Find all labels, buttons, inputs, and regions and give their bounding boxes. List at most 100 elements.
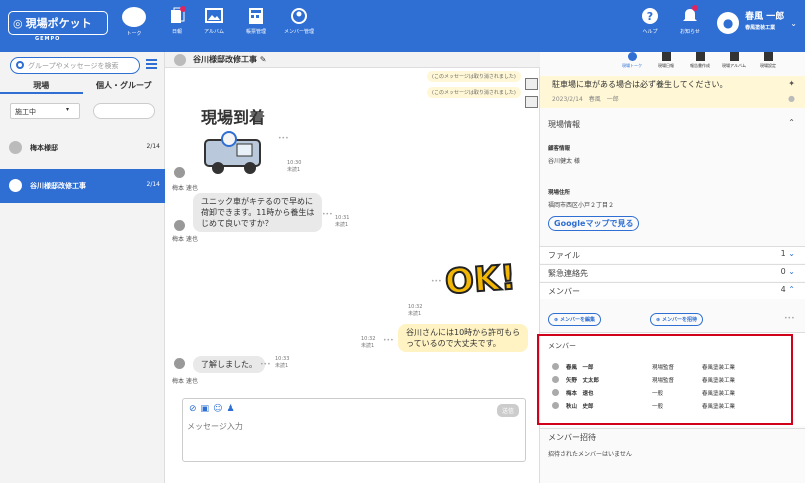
sidebar-tabs: 現場 個人・グループ	[0, 77, 165, 94]
sender-name: 梅本 速也	[172, 378, 198, 385]
message-composer: ⊘▣☺♟ 送信	[182, 398, 526, 462]
emoji-icon[interactable]: ☺	[213, 404, 226, 414]
chat-icon	[122, 7, 146, 27]
message-bubble-own[interactable]: 谷川さんには10時から許可もら っているので大丈夫です。	[398, 324, 529, 352]
google-map-button[interactable]: Googleマップで見る	[548, 216, 640, 231]
invite-members-button[interactable]: ⊕ メンバーを招待	[650, 313, 703, 326]
tab-site[interactable]: 現場	[0, 77, 83, 94]
message-meta: 10:32 未読1	[408, 304, 423, 317]
form-icon	[249, 8, 263, 24]
emergency-row[interactable]: 緊急連絡先 0 ⌄	[540, 264, 805, 281]
more-icon[interactable]: •••	[784, 315, 795, 322]
tab-site-report[interactable]: 現場日報	[652, 52, 680, 70]
avatar	[174, 167, 185, 178]
tab-site-album[interactable]: 現場アルバム	[720, 52, 748, 70]
highlight-box	[537, 334, 793, 425]
avatar	[174, 220, 185, 231]
avatar: ●	[717, 12, 740, 34]
client-value: 谷川健太 様	[548, 158, 580, 165]
album-icon	[729, 52, 739, 61]
stamp-arrival: 現場到着	[201, 104, 271, 179]
status-select[interactable]: 施工中 ▾	[10, 103, 80, 119]
message-meta: 10:31 未読1	[335, 215, 350, 228]
chat-header: 谷川様邸改修工事 ✎	[165, 52, 540, 68]
help-button[interactable]: ? ヘルプ	[641, 7, 659, 35]
chevron-down-icon: ▾	[66, 106, 70, 113]
edit-members-button[interactable]: ⊕ メンバーを編集	[548, 313, 601, 326]
house-icon	[174, 54, 186, 66]
tab-site-settings[interactable]: 現場設定	[754, 52, 782, 70]
chevron-up-icon: ⌃	[788, 285, 795, 294]
stamp-ok: OK!	[443, 257, 518, 304]
message-bubble[interactable]: ユニック車がキテるので早めに 荷卸できます。11時から養生は じめて良いですか？	[193, 193, 323, 232]
chevron-down-icon: ⌄	[788, 249, 795, 258]
message-meta: 10:33 未読1	[275, 356, 290, 369]
search-icon	[16, 61, 24, 69]
pin-icon[interactable]: ✦	[788, 79, 795, 88]
chat-icon	[627, 52, 637, 61]
tab-report-create[interactable]: 報告書作成	[686, 52, 714, 70]
report-icon	[661, 52, 671, 61]
message-meta: 10:32 未読1	[361, 336, 376, 349]
sidebar-toggle-icon[interactable]	[525, 78, 538, 90]
composer-toolbar: ⊘▣☺♟	[189, 404, 239, 414]
tab-site-talk[interactable]: 現場トーク	[618, 52, 646, 70]
house-icon	[9, 141, 22, 154]
address-value: 福岡市西区小戸２丁目２	[548, 202, 615, 209]
message-input[interactable]	[187, 422, 517, 431]
search-input[interactable]: グループやメッセージを検索	[10, 57, 140, 74]
nav-members[interactable]: メンバー管理	[284, 7, 314, 35]
sender-name: 梅本 速也	[172, 236, 198, 243]
info-icon: ●	[788, 94, 795, 103]
chevron-up-icon: ⌃	[788, 118, 795, 127]
notification-dot	[692, 5, 698, 11]
client-label: 顧客情報	[548, 146, 571, 152]
filter-input[interactable]	[93, 103, 155, 119]
message-bubble[interactable]: 了解しました。	[193, 356, 265, 373]
message-meta: 10:30 未読1	[287, 160, 302, 173]
svg-text:?: ?	[647, 10, 653, 23]
logo-icon: ◎	[13, 16, 23, 30]
send-button[interactable]: 送信	[496, 404, 519, 417]
notification-dot	[180, 6, 186, 12]
tab-personal-group[interactable]: 個人・グループ	[83, 77, 166, 94]
nav-talk[interactable]: トーク	[122, 7, 146, 37]
help-icon: ?	[642, 8, 658, 24]
top-bar: ◎ 現場ポケット GEMPO トーク 日報 アルバム 帳票管理 メンバー管理 ? ヘル…	[0, 0, 805, 52]
notice-button[interactable]: お知らせ	[680, 7, 700, 35]
document-icon	[695, 52, 705, 61]
avatar	[174, 358, 185, 369]
system-message: (このメッセージは取り消されました)	[427, 71, 521, 82]
album-toggle-icon[interactable]	[525, 96, 538, 108]
invite-empty-text: 招待されたメンバーはいません	[548, 451, 632, 458]
invite-header: メンバー招待	[540, 428, 805, 445]
chat-panel: 谷川様邸改修工事 ✎ (このメッセージは取り消されました) (このメッセージは取…	[165, 52, 540, 483]
album-icon	[204, 8, 223, 23]
gear-icon	[763, 52, 773, 61]
pin-icon: ✎	[259, 55, 267, 64]
sender-name: 梅本 速也	[172, 185, 198, 192]
info-tabs: 現場トーク 現場日報 報告書作成 現場アルバム 現場設定	[618, 52, 782, 70]
menu-icon[interactable]	[146, 59, 157, 61]
nav-album[interactable]: アルバム	[204, 7, 224, 35]
system-message: (このメッセージは取り消されました)	[427, 87, 521, 98]
nav-forms[interactable]: 帳票管理	[246, 7, 266, 35]
members-row[interactable]: メンバー 4 ⌃	[540, 282, 805, 299]
room-item-active[interactable]: 谷川様邸改修工事 2/14	[0, 169, 165, 203]
image-icon[interactable]: ▣	[201, 404, 214, 414]
site-info-header[interactable]: 現場情報 ⌃	[540, 116, 805, 133]
attach-icon[interactable]: ⊘	[189, 404, 201, 414]
members-icon	[291, 8, 307, 24]
truck-icon	[204, 131, 261, 174]
house-icon	[9, 179, 22, 192]
chevron-down-icon: ⌄	[788, 267, 795, 276]
address-label: 現場住所	[548, 190, 571, 196]
room-item[interactable]: 梅本様邸 2/14	[0, 131, 165, 165]
mention-icon[interactable]: ♟	[226, 404, 238, 414]
chevron-down-icon: ⌄	[790, 18, 797, 28]
user-menu[interactable]: ● 春風 一郎 春風塗装工業 ⌄	[717, 12, 797, 34]
sidebar: グループやメッセージを検索 現場 個人・グループ 施工中 ▾ 梅本様邸 2/14 谷…	[0, 52, 165, 483]
pinned-message[interactable]: 駐車場に車がある場合は必ず養生してください。 2023/2/14 春風 一郎 ✦ ●	[540, 76, 805, 108]
app-logo[interactable]: ◎ 現場ポケット GEMPO	[8, 11, 108, 42]
files-row[interactable]: ファイル 1 ⌄	[540, 246, 805, 263]
